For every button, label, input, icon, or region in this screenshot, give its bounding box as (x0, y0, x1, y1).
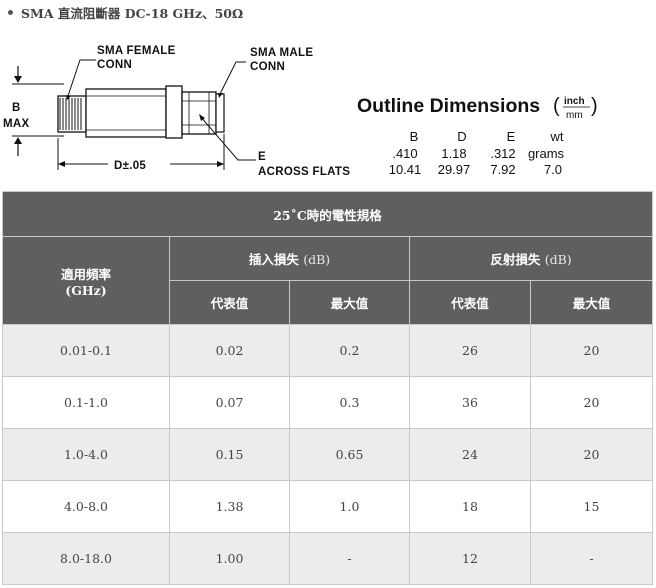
table-row: 4.0-8.0 1.38 1.0 18 15 (2, 480, 653, 533)
unit-paren-right: ) (591, 95, 598, 117)
male-conn-label-2: CONN (250, 61, 285, 73)
table-row: 8.0-18.0 1.00 - 12 - (2, 532, 653, 585)
return-loss-unit: (dB) (544, 252, 572, 267)
female-conn-label-1: SMA FEMALE (97, 45, 176, 57)
return-loss-header: 反射損失 (dB) (409, 236, 653, 281)
il-typ-cell: 0.15 (169, 428, 290, 481)
inch-d: 1.18 (441, 146, 466, 161)
rl-max-cell: - (530, 532, 653, 585)
spec-table: 25˚C時的電性規格 適用頻率 (GHz) 插入損失 (dB) 反射損失 (dB… (2, 191, 653, 585)
bullet-icon (8, 10, 13, 15)
male-leader (219, 61, 246, 95)
il-max-cell: 1.0 (289, 480, 410, 533)
return-loss-label: 反射損失 (490, 252, 541, 267)
table-row: 0.1-1.0 0.07 0.3 36 20 (2, 376, 653, 429)
page-heading: SMA 直流阻斷器 DC-18 GHz、50Ω (8, 3, 243, 21)
inch-b: .410 (392, 146, 417, 161)
table-row: 0.01-0.1 0.02 0.2 26 20 (2, 324, 653, 377)
rl-max-cell: 20 (530, 376, 653, 429)
col-e: E (507, 129, 516, 144)
female-conn-label-2: CONN (97, 59, 132, 71)
il-typ-cell: 0.07 (169, 376, 290, 429)
across-flats-label: ACROSS FLATS (258, 166, 350, 178)
il-max-cell: 0.3 (289, 376, 410, 429)
unit-inch: inch (564, 96, 585, 107)
d-label: D±.05 (114, 160, 146, 172)
il-typ-cell: 0.02 (169, 324, 290, 377)
mm-e: 7.92 (490, 162, 515, 177)
freq-header: 適用頻率 (GHz) (2, 236, 170, 325)
freq-cell: 1.0-4.0 (2, 428, 170, 481)
table-title: 25˚C時的電性規格 (2, 191, 653, 237)
insertion-loss-label: 插入損失 (248, 252, 299, 267)
unit-paren-left: ( (553, 95, 560, 117)
freq-cell: 0.1-1.0 (2, 376, 170, 429)
mm-wt: 7.0 (544, 162, 562, 177)
il-typ-cell: 1.00 (169, 532, 290, 585)
outline-title: Outline Dimensions (357, 95, 540, 117)
rl-typ-cell: 26 (409, 324, 531, 377)
col-d: D (457, 129, 466, 144)
rl-typ-cell: 12 (409, 532, 531, 585)
product-title: SMA 直流阻斷器 DC-18 GHz、50Ω (21, 6, 244, 21)
insertion-loss-unit: (dB) (303, 252, 331, 267)
inch-e: .312 (490, 146, 515, 161)
inch-wt: grams (528, 146, 565, 161)
mm-b: 10.41 (389, 162, 422, 177)
d-arrow-left-icon (58, 161, 65, 167)
e-label: E (258, 151, 266, 163)
d-arrow-right-icon (217, 161, 224, 167)
male-hex-nut (181, 91, 217, 135)
connector-diagram: B MAX SMA FEMALE CONN SMA MALE CONN D±.0… (3, 45, 598, 178)
b-label: B (12, 102, 21, 114)
col-b: B (410, 129, 419, 144)
male-end (215, 93, 225, 133)
freq-cell: 0.01-0.1 (2, 324, 170, 377)
outline-drawing: B MAX SMA FEMALE CONN SMA MALE CONN D±.0… (0, 26, 656, 186)
rl-max-cell: 20 (530, 428, 653, 481)
col-wt: wt (550, 129, 564, 144)
freq-cell: 4.0-8.0 (2, 480, 170, 533)
rl-typ-cell: 18 (409, 480, 531, 533)
il-typ-cell: 1.38 (169, 480, 290, 533)
rl-max-cell: 20 (530, 324, 653, 377)
rl-max-header: 最大值 (530, 280, 653, 325)
unit-mm: mm (566, 110, 583, 121)
freq-header-unit: (GHz) (65, 282, 107, 298)
il-typical-header: 代表值 (169, 280, 290, 325)
freq-header-label: 適用頻率 (60, 266, 111, 282)
male-conn-label-1: SMA MALE (250, 47, 313, 59)
rl-typ-cell: 36 (409, 376, 531, 429)
freq-cell: 8.0-18.0 (2, 532, 170, 585)
body-collar (165, 85, 183, 139)
mm-d: 29.97 (438, 162, 471, 177)
rl-max-cell: 15 (530, 480, 653, 533)
insertion-loss-header: 插入損失 (dB) (169, 236, 410, 281)
b-arrow-top-icon (14, 76, 22, 83)
il-max-cell: 0.65 (289, 428, 410, 481)
max-label: MAX (3, 118, 29, 130)
il-max-cell: - (289, 532, 410, 585)
table-row: 1.0-4.0 0.15 0.65 24 20 (2, 428, 653, 481)
rl-typ-cell: 24 (409, 428, 531, 481)
il-max-cell: 0.2 (289, 324, 410, 377)
rl-typical-header: 代表值 (409, 280, 531, 325)
il-max-header: 最大值 (289, 280, 410, 325)
